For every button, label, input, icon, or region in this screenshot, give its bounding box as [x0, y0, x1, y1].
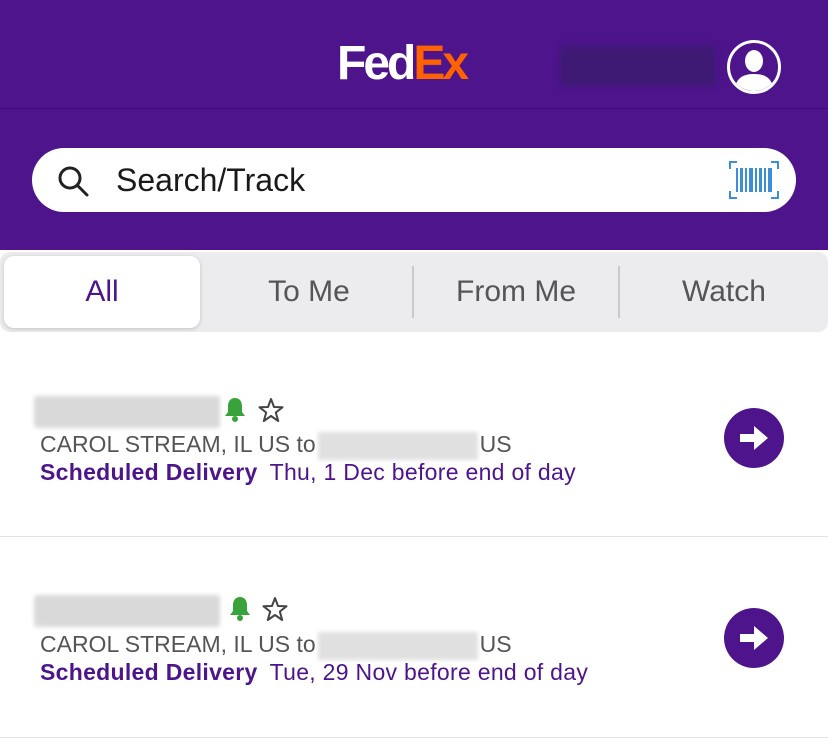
shipment-filter-tabs: All To Me From Me Watch	[0, 252, 828, 332]
delivery-status: Scheduled Delivery Tue, 29 Nov before end…	[40, 657, 588, 687]
redacted-username	[560, 46, 716, 86]
origin-text: CAROL STREAM, IL US to	[40, 631, 316, 657]
star-icon[interactable]	[258, 397, 284, 423]
search-input[interactable]: Search/Track	[116, 158, 305, 202]
shipment-details-button[interactable]	[724, 608, 784, 668]
user-avatar-icon[interactable]	[727, 40, 781, 94]
redacted-tracking-number	[34, 595, 220, 627]
status-label: Scheduled Delivery	[40, 459, 258, 485]
destination-country: US	[479, 431, 512, 457]
arrow-right-icon	[740, 426, 768, 450]
origin-text: CAROL STREAM, IL US to	[40, 431, 316, 457]
app-header: FedEx Search/Track	[0, 0, 828, 250]
status-date: Tue, 29 Nov before end of day	[269, 659, 589, 685]
bell-icon[interactable]	[224, 396, 246, 422]
redacted-destination	[317, 431, 478, 460]
shipment-details-button[interactable]	[724, 408, 784, 468]
search-track-bar[interactable]: Search/Track	[32, 148, 796, 212]
delivery-status: Scheduled Delivery Thu, 1 Dec before end …	[40, 457, 576, 487]
logo-fed: Fed	[337, 37, 416, 90]
search-icon	[58, 166, 89, 197]
shipment-row[interactable]: CAROL STREAM, IL US to US Scheduled Deliv…	[0, 537, 828, 738]
shipment-route: CAROL STREAM, IL US to US	[40, 629, 512, 660]
tab-from-me[interactable]: From Me	[414, 252, 618, 332]
bell-icon[interactable]	[229, 595, 251, 621]
redacted-tracking-number	[34, 396, 220, 428]
fedex-logo: FedEx	[337, 36, 469, 92]
tab-to-me[interactable]: To Me	[206, 252, 412, 332]
tab-all[interactable]: All	[4, 256, 200, 328]
status-label: Scheduled Delivery	[40, 659, 258, 685]
logo-ex: Ex	[413, 37, 469, 90]
tab-watch[interactable]: Watch	[620, 252, 828, 332]
barcode-scan-icon[interactable]	[729, 161, 779, 199]
top-bar: FedEx	[0, 0, 828, 109]
destination-country: US	[479, 631, 512, 657]
shipment-row[interactable]: CAROL STREAM, IL US to US Scheduled Deliv…	[0, 336, 828, 537]
arrow-right-icon	[740, 626, 768, 650]
status-date: Thu, 1 Dec before end of day	[269, 459, 576, 485]
shipment-route: CAROL STREAM, IL US to US	[40, 429, 512, 460]
star-icon[interactable]	[262, 596, 288, 622]
redacted-destination	[317, 631, 478, 660]
